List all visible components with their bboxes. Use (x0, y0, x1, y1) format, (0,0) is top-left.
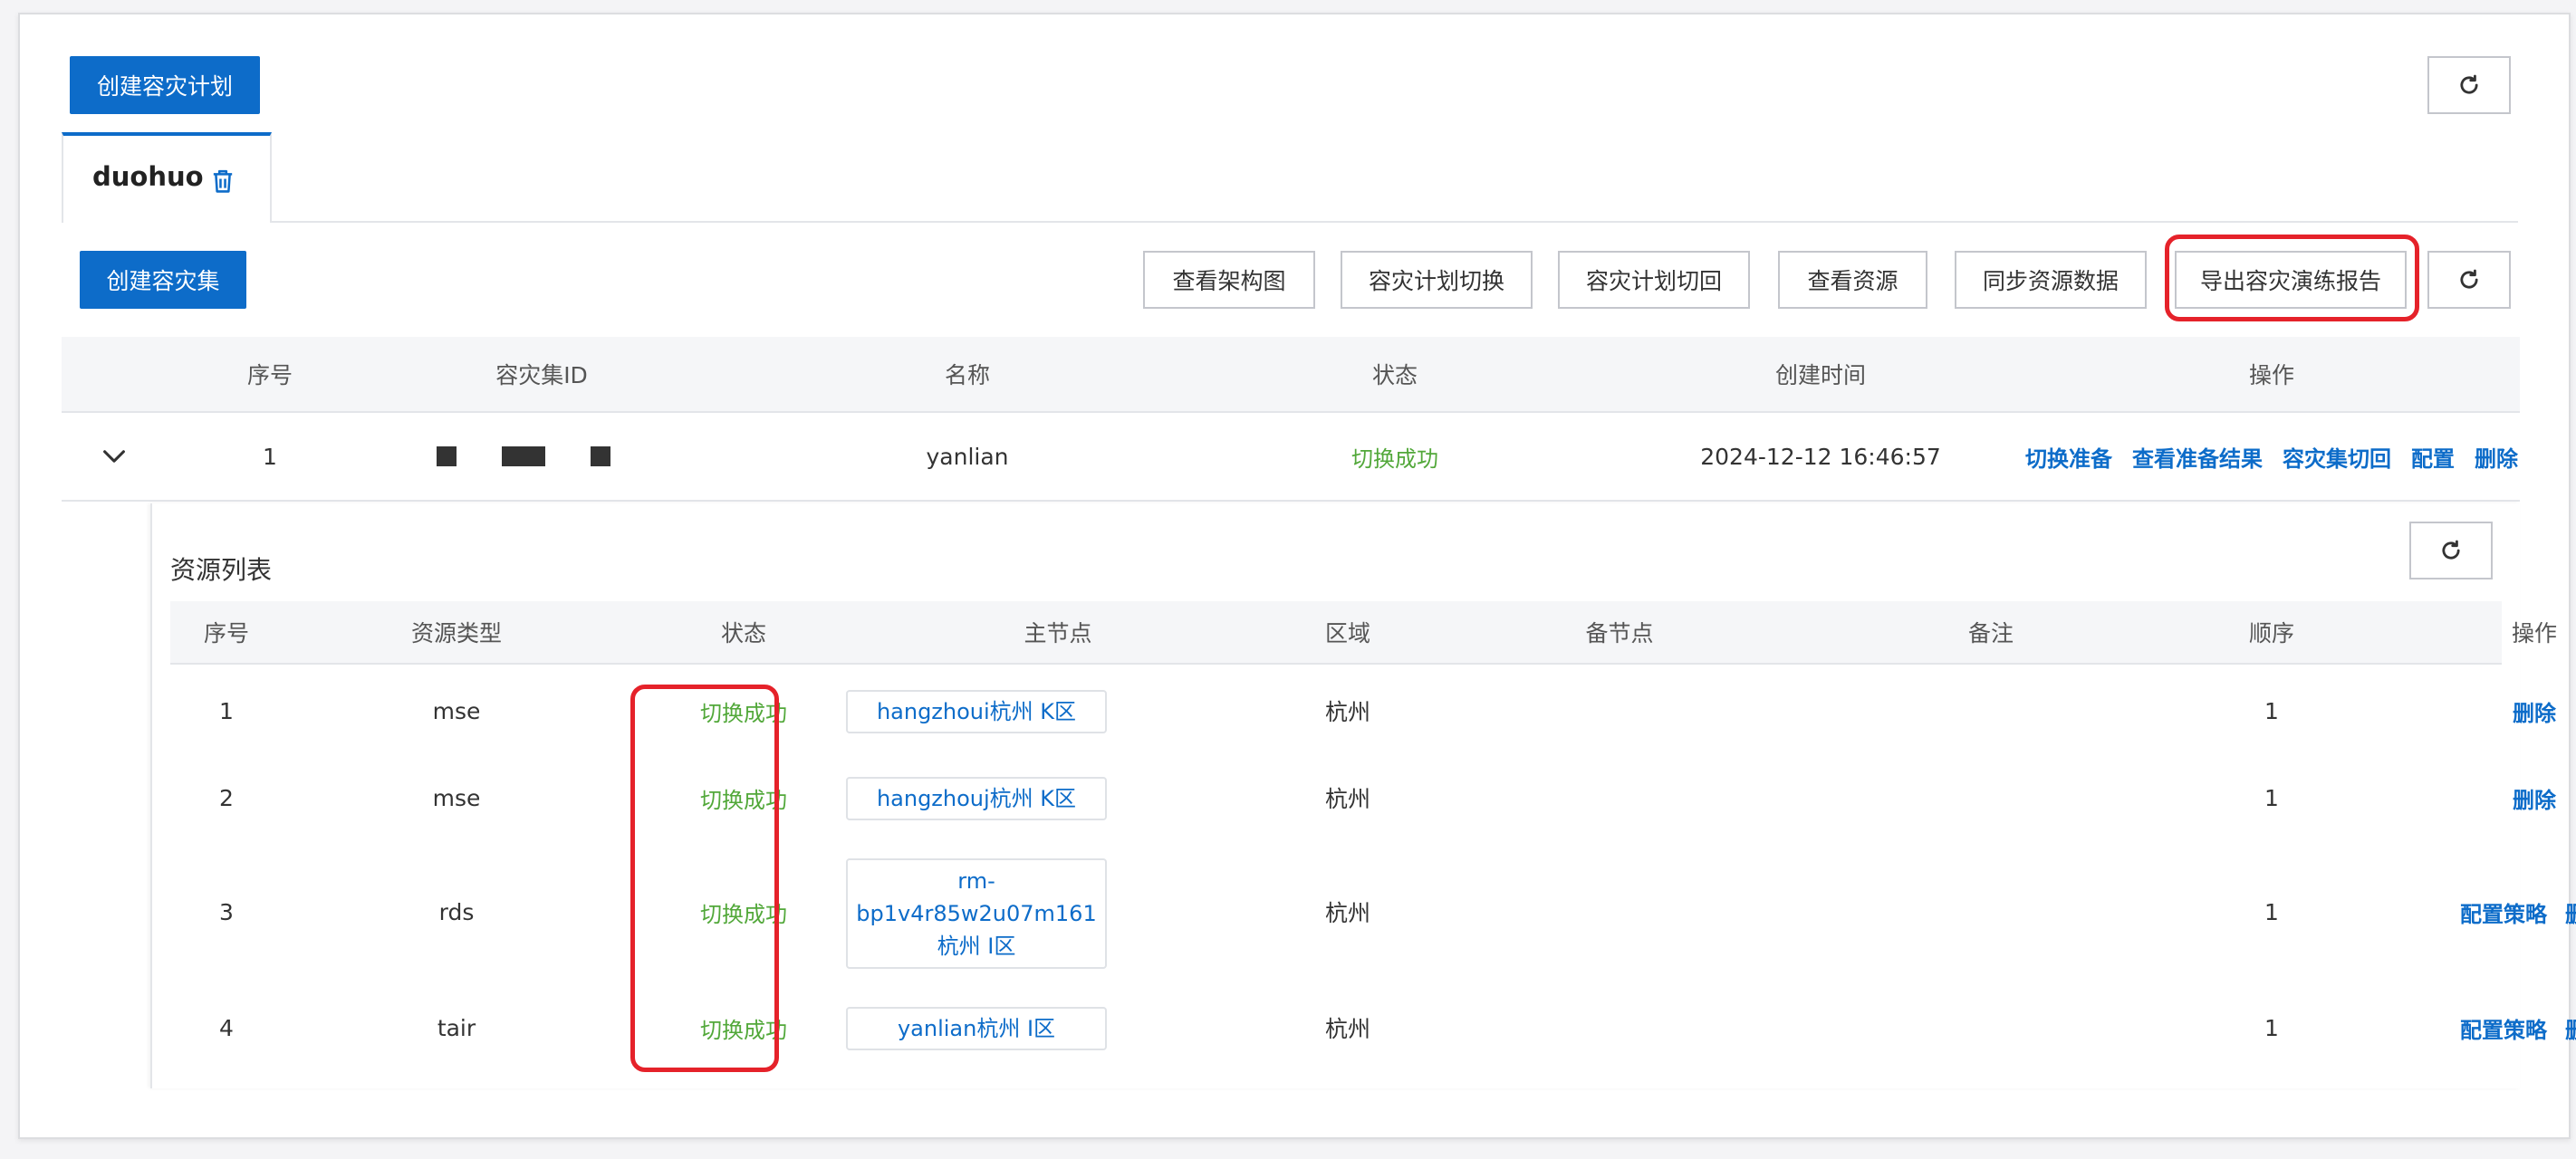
chevron-down-icon (103, 450, 125, 463)
cell-region: 杭州 (1324, 900, 1370, 926)
sync-resources-button[interactable]: 同步资源数据 (1955, 251, 2147, 309)
resource-list-title: 资源列表 (170, 555, 273, 585)
action-set-switchback[interactable]: 容灾集切回 (2283, 441, 2391, 473)
action-delete[interactable]: 删除 (2565, 896, 2576, 928)
cell-index: 3 (219, 898, 234, 925)
action-delete[interactable]: 删除 (2475, 441, 2518, 473)
header-standby-node: 备节点 (1585, 620, 1654, 647)
row-created: 2024-12-12 16:46:57 (1700, 443, 1941, 470)
cell-type: tair (437, 1014, 476, 1041)
cell-order: 1 (2264, 784, 2279, 811)
cell-order: 1 (2264, 1014, 2279, 1041)
cell-actions: 删除 (2362, 770, 2576, 826)
redaction-block (437, 446, 457, 466)
cell-region: 杭州 (1324, 699, 1370, 725)
primary-node-tag[interactable]: hangzhoui杭州 K区 (846, 690, 1107, 733)
table-row: 2 mse 切换成功 hangzhouj杭州 K区 杭州 1 删除 (170, 770, 2556, 826)
header-type: 资源类型 (410, 620, 502, 647)
cell-index: 2 (219, 784, 234, 811)
expand-toggle[interactable] (87, 413, 141, 500)
cell-region: 杭州 (1324, 1016, 1370, 1042)
cell-type: mse (432, 697, 481, 724)
action-config[interactable]: 配置 (2411, 441, 2455, 473)
cell-region: 杭州 (1324, 786, 1370, 812)
tab-divider (272, 221, 2518, 223)
create-set-button[interactable]: 创建容灾集 (80, 251, 246, 309)
header-actions: 操作 (2511, 620, 2557, 647)
create-plan-button[interactable]: 创建容灾计划 (70, 56, 260, 114)
header-actions: 操作 (2248, 362, 2294, 388)
action-prepare-switch[interactable]: 切换准备 (2025, 441, 2112, 473)
node-line: bp1v4r85w2u07m161 (856, 901, 1097, 926)
cell-type: rds (438, 898, 475, 925)
view-architecture-button[interactable]: 查看架构图 (1143, 251, 1315, 309)
header-index: 序号 (203, 620, 249, 647)
row-actions: 切换准备 查看准备结果 容灾集切回 配置 删除 (2000, 413, 2543, 500)
refresh-icon (2460, 269, 2478, 289)
resource-table-header: 序号 资源类型 状态 主节点 区域 备节点 备注 顺序 操作 (170, 601, 2557, 665)
primary-node-tag[interactable]: hangzhouj杭州 K区 (846, 777, 1107, 820)
header-remark: 备注 (1967, 620, 2014, 647)
row-index: 1 (263, 443, 277, 470)
row-name: yanlian (926, 443, 1009, 470)
plan-switchback-button[interactable]: 容灾计划切回 (1558, 251, 1750, 309)
status-highlight-box (630, 685, 779, 1072)
action-view-prepare-result[interactable]: 查看准备结果 (2132, 441, 2263, 473)
cell-actions: 配置策略 删除 (2362, 853, 2576, 971)
cell-actions: 删除 (2362, 683, 2576, 739)
refresh-plan-button[interactable] (2427, 56, 2511, 114)
header-index: 序号 (246, 362, 293, 388)
node-line: 杭州 I区 (937, 934, 1016, 959)
tab-label: duohuo (92, 161, 204, 192)
main-table-header: 序号 容灾集ID 名称 状态 创建时间 操作 (62, 337, 2520, 413)
cell-order: 1 (2264, 697, 2279, 724)
action-config-policy[interactable]: 配置策略 (2460, 896, 2547, 928)
refresh-icon (2442, 540, 2460, 560)
cell-actions: 配置策略 删除 (2362, 1000, 2576, 1056)
action-delete[interactable]: 删除 (2513, 782, 2556, 814)
primary-node-tag[interactable]: rm- bp1v4r85w2u07m161 杭州 I区 (846, 858, 1107, 969)
action-config-policy[interactable]: 配置策略 (2460, 1012, 2547, 1044)
header-primary-node: 主节点 (1024, 620, 1092, 647)
header-order: 顺序 (2248, 620, 2294, 647)
primary-node-tag[interactable]: yanlian杭州 I区 (846, 1007, 1107, 1050)
action-delete[interactable]: 删除 (2513, 695, 2556, 727)
table-row: 1 mse 切换成功 hangzhoui杭州 K区 杭州 1 删除 (170, 683, 2556, 739)
set-id-redacted (370, 413, 678, 500)
refresh-icon (2460, 74, 2478, 94)
cell-index: 1 (219, 697, 234, 724)
cell-type: mse (432, 784, 481, 811)
refresh-set-button[interactable] (2427, 251, 2511, 309)
export-highlight-box (2165, 235, 2419, 321)
redaction-block (591, 446, 610, 466)
table-row: 3 rds 切换成功 rm- bp1v4r85w2u07m161 杭州 I区 杭… (170, 853, 2576, 971)
table-row: 4 tair 切换成功 yanlian杭州 I区 杭州 1 配置策略 删除 (170, 1000, 2576, 1056)
row-status: 切换成功 (1351, 445, 1438, 472)
header-set-id: 容灾集ID (495, 362, 588, 388)
header-region: 区域 (1324, 620, 1370, 647)
plan-switch-button[interactable]: 容灾计划切换 (1341, 251, 1533, 309)
header-name: 名称 (944, 362, 990, 388)
redaction-block (502, 446, 545, 466)
header-status: 状态 (720, 620, 766, 647)
table-row: 1 yanlian 切换成功 2024-12-12 16:46:57 切换准备 … (62, 413, 2520, 502)
action-delete[interactable]: 删除 (2565, 1012, 2576, 1044)
header-status: 状态 (1371, 362, 1418, 388)
view-resources-button[interactable]: 查看资源 (1778, 251, 1927, 309)
trash-icon[interactable] (211, 168, 235, 194)
header-created: 创建时间 (1774, 362, 1866, 388)
node-line: rm- (957, 868, 995, 894)
cell-index: 4 (219, 1014, 234, 1041)
tab-duohuo[interactable]: duohuo (62, 132, 272, 223)
refresh-resources-button[interactable] (2409, 522, 2493, 580)
cell-order: 1 (2264, 898, 2279, 925)
